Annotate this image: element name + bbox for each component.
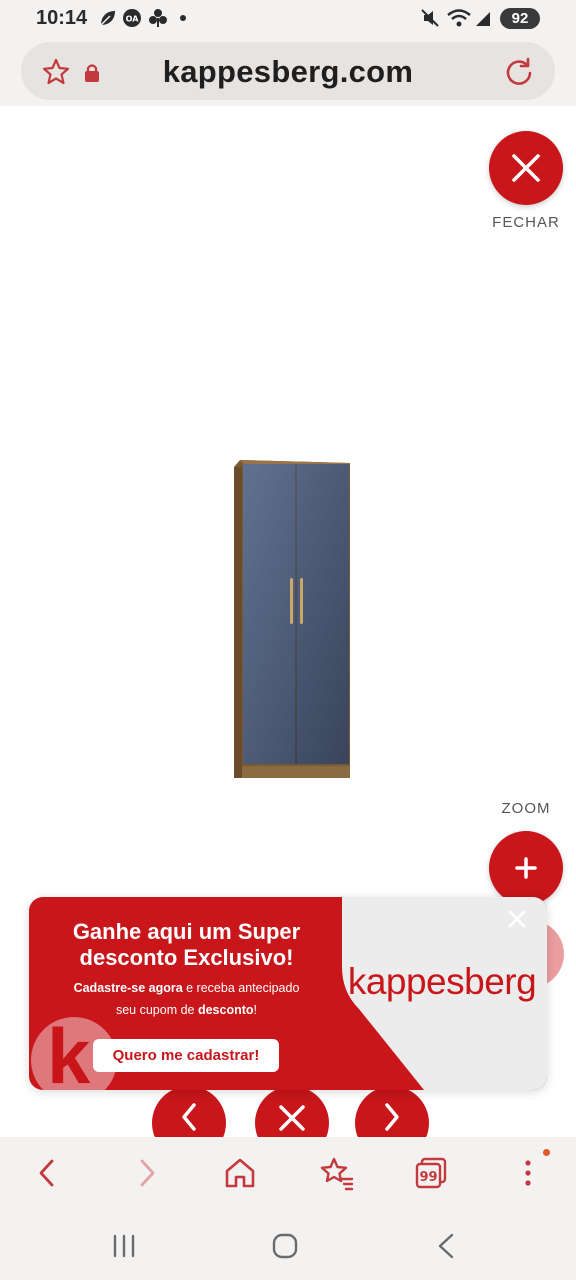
chevron-right-icon [385,1103,399,1131]
menu-icon[interactable] [510,1155,546,1191]
url-text[interactable]: kappesberg.com [21,54,555,90]
system-navigation-bar [0,1211,576,1280]
browser-toolbar: 99 [0,1137,576,1211]
promo-signup-button[interactable]: Quero me cadastrar! [93,1039,279,1072]
home-system-icon[interactable] [271,1232,299,1260]
zoom-in-button[interactable] [489,831,563,905]
home-icon[interactable] [222,1155,258,1191]
bookmarks-icon[interactable] [318,1155,354,1191]
promo-brand-logo: kappesberg [347,961,537,1002]
back-system-icon[interactable] [434,1232,458,1260]
oa-icon: OA [123,9,141,27]
plus-icon [515,857,537,879]
promo-title: Ganhe aqui um Super desconto Exclusivo! [72,919,301,970]
close-icon [512,154,540,182]
url-bar[interactable]: kappesberg.com [21,42,555,100]
promo-close-icon[interactable] [505,907,529,931]
browser-top-bar: kappesberg.com [0,38,576,106]
tabs-count: 99 [419,1170,437,1185]
promo-banner: k Ganhe aqui um Super desconto Exclusivo… [29,897,547,1090]
reload-icon[interactable] [503,56,535,88]
promo-subtitle: Cadastre-se agora e receba antecipado se… [73,981,300,1017]
status-time: 10:14 [36,7,88,29]
recent-apps-icon[interactable] [110,1233,138,1259]
dot-icon [180,15,186,21]
screen: 10:14 OA 92 kappesberg.com FECHAR ZOOM k… [0,0,576,1280]
close-label: FECHAR [492,214,560,231]
mute-icon [421,9,439,27]
status-bar: 10:14 OA 92 [0,0,576,38]
signal-icon [476,12,490,26]
wifi-icon [447,9,471,27]
close-viewer-button[interactable] [489,131,563,205]
back-icon[interactable] [30,1155,66,1191]
tabs-icon[interactable]: 99 [413,1155,449,1191]
close-icon [279,1105,305,1131]
chevron-left-icon [182,1103,196,1131]
leaf-icon [100,11,115,26]
product-image-wardrobe [234,460,350,778]
battery-indicator: 92 [500,8,540,29]
zoom-label: ZOOM [501,800,551,817]
pinwheel-icon [149,9,167,27]
menu-notification-dot [543,1149,550,1156]
svg-text:OA: OA [126,15,140,24]
forward-icon[interactable] [128,1155,164,1191]
